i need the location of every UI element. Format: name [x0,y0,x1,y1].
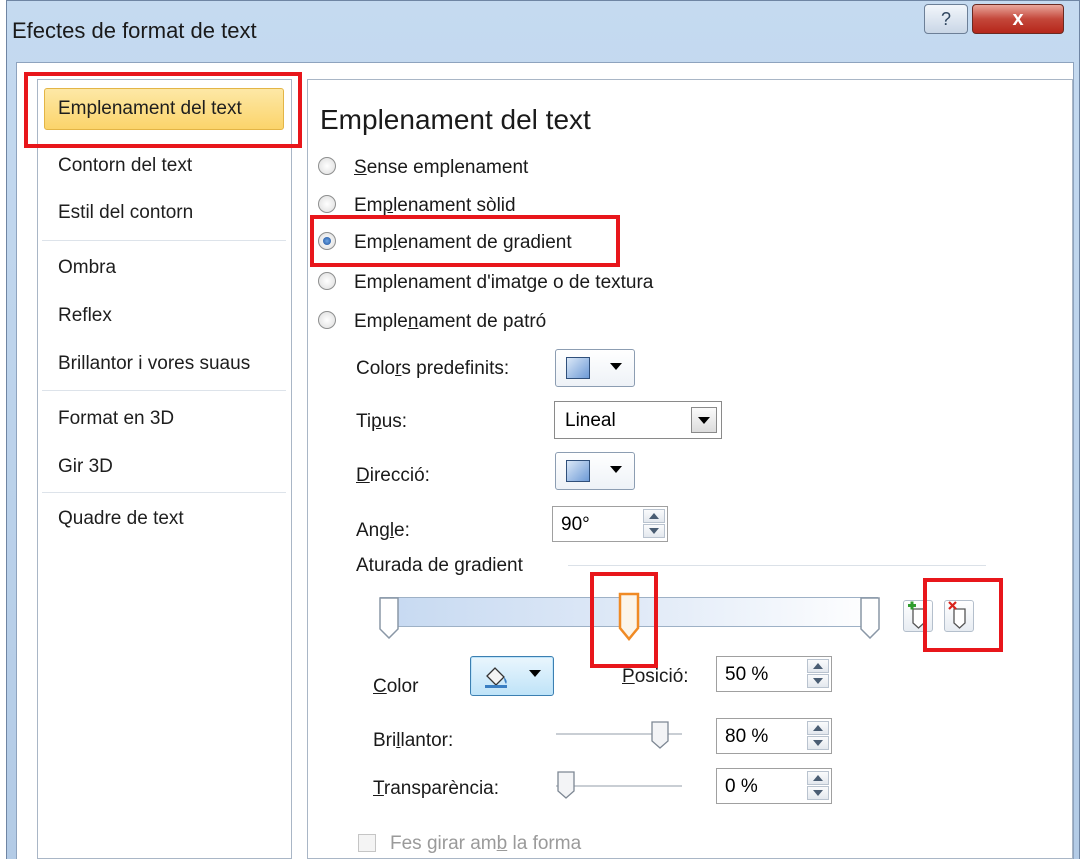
type-value: Lineal [565,410,616,431]
highlight-box-gradient-option [310,215,620,267]
brightness-spinner[interactable]: 80 % [716,718,832,754]
spin-down-icon[interactable] [807,736,829,750]
brightness-slider-thumb[interactable] [651,721,669,749]
gradient-stop-end[interactable] [860,597,880,639]
nav-item-text-box[interactable]: Quadre de text [58,508,184,530]
type-label: Tipus: [356,411,408,432]
nav-item-glow-soft-edges[interactable]: Brillantor i vores suaus [58,353,250,375]
access-key: n [407,311,419,332]
position-spinner[interactable]: 50 % [716,656,832,692]
panel-heading: Emplenament del text [320,104,591,135]
option-label: Em [354,195,383,216]
radio-no-fill[interactable]: Sense emplenament [318,156,529,179]
dropdown-arrow-icon [529,670,541,677]
access-key: g [526,272,538,293]
transparency-value: 0 % [725,776,758,797]
help-button[interactable]: ? [924,4,968,34]
spin-up-icon[interactable] [807,771,829,785]
direction-label: Direcció: [356,465,430,486]
dropdown-arrow-icon[interactable] [691,407,717,433]
option-label: ense emplenament [366,157,529,178]
nav-divider [42,390,286,391]
transparency-slider-thumb[interactable] [557,771,575,799]
spin-up-icon[interactable] [643,509,665,523]
nav-divider [42,240,286,241]
option-label: ament de patró [418,311,547,332]
position-value: 50 % [725,664,769,685]
direction-button[interactable] [555,452,635,490]
help-icon: ? [940,9,951,29]
option-label: Emplenament d'imat [354,272,527,293]
nav-item-3d-format[interactable]: Format en 3D [58,408,174,430]
radio-button[interactable] [318,156,336,175]
rotate-with-shape-label: Fes girar amb la forma [390,833,582,854]
radio-button[interactable] [318,271,336,290]
angle-label: Angle: [356,520,410,541]
option-label: e o de textura [537,272,654,293]
nav-item-3d-rotation[interactable]: Gir 3D [58,456,113,478]
close-button[interactable]: x [972,4,1064,34]
access-key: p [382,195,394,216]
window-title: Efectes de format de text [12,18,257,43]
spin-down-icon[interactable] [643,524,665,538]
option-label: lenament sòlid [393,195,516,216]
category-nav: Emplenament del text Contorn del text Es… [37,79,292,859]
paint-bucket-icon [485,667,507,688]
spin-down-icon[interactable] [807,674,829,688]
radio-picture-texture-fill[interactable]: Emplenament d'imatge o de textura [318,271,654,294]
gradient-swatch-icon [566,460,590,482]
nav-item-outline-style[interactable]: Estil del contorn [58,202,193,224]
radio-pattern-fill[interactable]: Emplenament de patró [318,310,547,333]
gradient-stops-label: Aturada de gradient [356,555,523,576]
dropdown-arrow-icon [610,363,622,370]
highlight-box-selected-stop [590,572,658,668]
gradient-stop-start[interactable] [379,597,399,639]
position-label: Posició: [622,666,689,687]
radio-button[interactable] [318,194,336,213]
nav-item-shadow[interactable]: Ombra [58,257,116,279]
preset-colors-label: Colors predefinits: [356,358,510,379]
highlight-box-nav [24,72,302,148]
spin-down-icon[interactable] [807,786,829,800]
color-label: Color [373,676,419,697]
option-label: Emple [354,311,408,332]
rotate-with-shape-checkbox[interactable] [358,834,376,852]
transparency-spinner[interactable]: 0 % [716,768,832,804]
spin-up-icon[interactable] [807,721,829,735]
preset-colors-button[interactable] [555,349,635,387]
access-key: S [354,157,367,178]
color-picker-button[interactable] [470,656,554,696]
radio-button[interactable] [318,310,336,329]
spin-up-icon[interactable] [807,659,829,673]
nav-item-reflection[interactable]: Reflex [58,305,112,327]
dropdown-arrow-icon [610,466,622,473]
transparency-label: Transparència: [373,778,500,799]
close-icon: x [1012,8,1024,30]
nav-divider [42,492,286,493]
brightness-label: Brillantor: [373,730,454,751]
group-divider [568,565,986,566]
type-dropdown[interactable]: Lineal [554,401,722,439]
angle-value: 90° [561,514,590,535]
gradient-swatch-icon [566,357,590,379]
radio-solid-fill[interactable]: Emplenament sòlid [318,194,516,217]
highlight-box-remove-stop [923,578,1003,652]
angle-spinner[interactable]: 90° [552,506,668,542]
brightness-value: 80 % [725,726,769,747]
nav-item-text-outline[interactable]: Contorn del text [58,155,192,177]
